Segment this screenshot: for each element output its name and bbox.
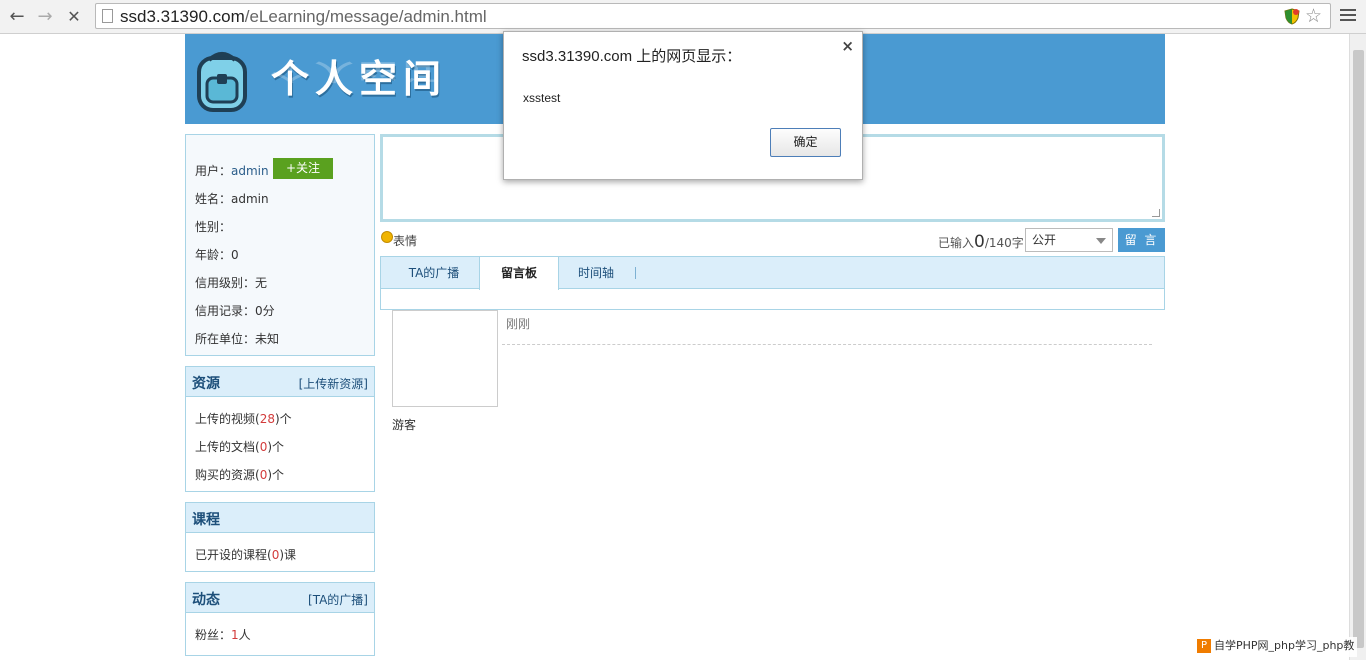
backpack-icon (197, 52, 247, 112)
page-scrollbar[interactable] (1349, 34, 1366, 660)
ok-button[interactable]: 确定 (770, 128, 841, 157)
credit-record-value: 0分 (255, 304, 275, 318)
visibility-value: 公开 (1032, 233, 1057, 247)
tab-content-strip (380, 289, 1165, 310)
tabs-bar: TA的广播 留言板 时间轴 (380, 256, 1165, 290)
url-domain: ssd3.31390.com (120, 7, 245, 26)
unit-row: 所在单位：未知 (195, 330, 279, 347)
docs-prefix: 上传的文档( (195, 440, 260, 454)
uploaded-docs-link[interactable]: 上传的文档(0)个 (195, 438, 284, 455)
php-logo-icon: P (1197, 639, 1211, 653)
name-label: 姓名： (195, 192, 232, 206)
browser-toolbar: ← → ✕ ssd3.31390.com/eLearning/message/a… (0, 0, 1366, 34)
emoji-button[interactable]: 表情 (393, 232, 417, 249)
fans-count: 1 (231, 628, 239, 642)
user-value[interactable]: admin (231, 164, 269, 178)
tab-divider (635, 267, 636, 279)
scrollbar-thumb[interactable] (1353, 50, 1364, 648)
url-path: /eLearning/message/admin.html (244, 7, 487, 26)
opened-suffix: )课 (279, 548, 297, 562)
uploaded-videos-link[interactable]: 上传的视频(28)个 (195, 410, 292, 427)
fans-row[interactable]: 粉丝：1人 (195, 626, 251, 643)
unit-label: 所在单位： (195, 332, 256, 346)
tab-timeline[interactable]: 时间轴 (561, 257, 631, 289)
page-icon (102, 9, 113, 23)
bought-suffix: )个 (267, 468, 285, 482)
opened-courses-link[interactable]: 已开设的课程(0)课 (195, 546, 296, 563)
watermark-text: 自学PHP网_php学习_php教 (1214, 639, 1355, 652)
gender-row: 性别： (195, 218, 231, 235)
tab-message-board[interactable]: 留言板 (479, 257, 559, 290)
fans-suffix: 人 (238, 628, 251, 642)
resources-title: 资源 (192, 376, 220, 392)
courses-title: 课程 (192, 512, 220, 528)
upload-resource-link[interactable]: [上传新资源] (299, 375, 368, 392)
age-row: 年龄：0 (195, 246, 239, 263)
profile-panel: 用户：admin +关注 姓名：admin 性别： 年龄：0 信用级别：无 信用… (185, 134, 375, 356)
close-icon[interactable]: × (841, 37, 854, 55)
name-value: admin (231, 192, 269, 206)
stop-button[interactable]: ✕ (63, 6, 85, 28)
gender-label: 性别： (195, 220, 232, 234)
videos-prefix: 上传的视频( (195, 412, 260, 426)
credit-level-label: 信用级别： (195, 276, 256, 290)
char-counter: 已输入0/140字 (938, 232, 1024, 252)
user-row: 用户：admin (195, 162, 269, 179)
message-poster[interactable]: 游客 (392, 416, 416, 433)
avatar[interactable] (392, 310, 498, 407)
dynamics-title: 动态 (192, 592, 220, 608)
message-time: 刚刚 (506, 317, 531, 331)
user-label: 用户： (195, 164, 232, 178)
dialog-message: xsstest (523, 91, 561, 105)
broadcast-link[interactable]: [TA的广播] (308, 591, 368, 608)
address-bar[interactable]: ssd3.31390.com/eLearning/message/admin.h… (95, 3, 1331, 29)
alert-dialog: ssd3.31390.com 上的网页显示： × xsstest 确定 (503, 31, 863, 180)
videos-suffix: )个 (274, 412, 292, 426)
courses-header: 课程 (186, 503, 374, 533)
dynamics-header: 动态 [TA的广播] (186, 583, 374, 613)
name-row: 姓名：admin (195, 190, 269, 207)
counter-suffix: /140字 (984, 236, 1024, 250)
docs-suffix: )个 (267, 440, 285, 454)
fans-label: 粉丝： (195, 628, 232, 642)
credit-level-value: 无 (255, 276, 268, 290)
space-title-reflection: 个人空间 (271, 58, 448, 85)
counter-prefix: 已输入 (938, 236, 975, 250)
bought-prefix: 购买的资源( (195, 468, 260, 482)
visibility-select[interactable]: 公开 (1025, 228, 1113, 252)
bought-resources-link[interactable]: 购买的资源(0)个 (195, 466, 284, 483)
dynamics-panel: 动态 [TA的广播] 粉丝：1人 (185, 582, 375, 656)
counter-value: 0 (974, 232, 985, 252)
courses-panel: 课程 已开设的课程(0)课 (185, 502, 375, 572)
forward-button[interactable]: → (34, 6, 56, 28)
back-button[interactable]: ← (6, 6, 28, 28)
opened-prefix: 已开设的课程( (195, 548, 272, 562)
videos-count: 28 (259, 412, 275, 426)
dialog-title: ssd3.31390.com 上的网页显示： (522, 48, 742, 65)
resize-grip-icon[interactable] (1152, 209, 1160, 217)
age-label: 年龄： (195, 248, 232, 262)
credit-level-row: 信用级别：无 (195, 274, 267, 291)
credit-record-row: 信用记录：0分 (195, 302, 275, 319)
resources-header: 资源 [上传新资源] (186, 367, 374, 397)
watermark: P 自学PHP网_php学习_php教 (1197, 637, 1357, 657)
menu-icon[interactable] (1340, 9, 1356, 23)
message-divider (502, 344, 1152, 345)
post-message-button[interactable]: 留 言 (1118, 228, 1165, 252)
credit-record-label: 信用记录： (195, 304, 256, 318)
shield-icon[interactable] (1284, 8, 1300, 25)
resources-panel: 资源 [上传新资源] 上传的视频(28)个 上传的文档(0)个 购买的资源(0)… (185, 366, 375, 492)
chevron-down-icon (1096, 238, 1106, 244)
unit-value: 未知 (255, 332, 280, 346)
smiley-icon[interactable] (381, 231, 393, 243)
tab-broadcast[interactable]: TA的广播 (389, 257, 479, 289)
age-value: 0 (231, 248, 239, 262)
bookmark-star-icon[interactable]: ☆ (1305, 5, 1322, 27)
url-text[interactable]: ssd3.31390.com/eLearning/message/admin.h… (120, 7, 487, 27)
follow-button[interactable]: +关注 (273, 158, 333, 179)
